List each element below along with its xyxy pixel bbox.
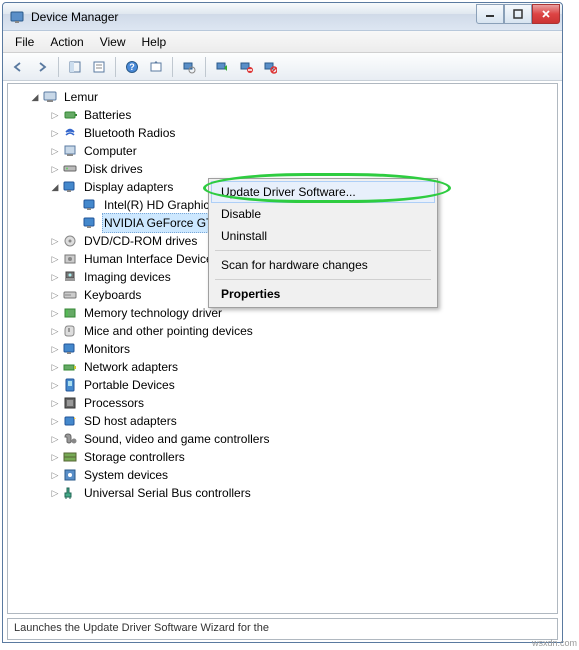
ctx-properties[interactable]: Properties xyxy=(211,283,435,305)
category-icon xyxy=(62,395,78,411)
context-menu: Update Driver Software... Disable Uninst… xyxy=(208,178,438,308)
category-icon xyxy=(62,269,78,285)
category-icon xyxy=(62,143,78,159)
svg-text:?: ? xyxy=(129,62,135,72)
tree-category[interactable]: Storage controllers xyxy=(12,448,557,466)
app-icon xyxy=(9,9,25,25)
category-icon xyxy=(62,287,78,303)
update-driver-button[interactable] xyxy=(211,56,233,78)
device-manager-window: Device Manager File Action View Help ? xyxy=(2,2,563,643)
category-icon xyxy=(62,341,78,357)
tree-view[interactable]: Lemur BatteriesBluetooth RadiosComputerD… xyxy=(7,83,558,614)
menu-help[interactable]: Help xyxy=(134,33,175,51)
category-icon xyxy=(62,305,78,321)
titlebar[interactable]: Device Manager xyxy=(3,3,562,31)
menu-view[interactable]: View xyxy=(92,33,134,51)
back-button[interactable] xyxy=(7,56,29,78)
tree-category[interactable]: Processors xyxy=(12,394,557,412)
tree-category[interactable]: Batteries xyxy=(12,106,557,124)
menu-action[interactable]: Action xyxy=(42,33,91,51)
category-icon xyxy=(62,413,78,429)
tree-category[interactable]: Bluetooth Radios xyxy=(12,124,557,142)
menu-file[interactable]: File xyxy=(7,33,42,51)
tree-category[interactable]: Sound, video and game controllers xyxy=(12,430,557,448)
tree-category[interactable]: Universal Serial Bus controllers xyxy=(12,484,557,502)
ctx-uninstall[interactable]: Uninstall xyxy=(211,225,435,247)
tree-category[interactable]: SD host adapters xyxy=(12,412,557,430)
category-icon xyxy=(62,431,78,447)
ctx-disable[interactable]: Disable xyxy=(211,203,435,225)
category-icon xyxy=(62,377,78,393)
uninstall-button[interactable] xyxy=(235,56,257,78)
forward-button[interactable] xyxy=(31,56,53,78)
scan-hardware-button[interactable] xyxy=(178,56,200,78)
ctx-scan[interactable]: Scan for hardware changes xyxy=(211,254,435,276)
device-icon xyxy=(82,215,98,231)
action-button[interactable] xyxy=(145,56,167,78)
computer-icon xyxy=(42,89,58,105)
show-hide-tree-button[interactable] xyxy=(64,56,86,78)
minimize-button[interactable] xyxy=(476,4,504,24)
ctx-update-driver[interactable]: Update Driver Software... xyxy=(211,181,435,203)
category-icon xyxy=(62,485,78,501)
tree-category[interactable]: Portable Devices xyxy=(12,376,557,394)
category-icon xyxy=(62,251,78,267)
tree-category[interactable]: Network adapters xyxy=(12,358,557,376)
tree-category[interactable]: Mice and other pointing devices xyxy=(12,322,557,340)
help-button[interactable]: ? xyxy=(121,56,143,78)
device-icon xyxy=(82,197,98,213)
maximize-button[interactable] xyxy=(504,4,532,24)
properties-button[interactable] xyxy=(88,56,110,78)
category-icon xyxy=(62,125,78,141)
tree-category[interactable]: System devices xyxy=(12,466,557,484)
category-icon xyxy=(62,107,78,123)
tree-category[interactable]: Monitors xyxy=(12,340,557,358)
toolbar: ? xyxy=(3,53,562,81)
category-icon xyxy=(62,467,78,483)
close-button[interactable] xyxy=(532,4,560,24)
category-icon xyxy=(62,233,78,249)
tree-category[interactable]: Computer xyxy=(12,142,557,160)
category-icon xyxy=(62,359,78,375)
menubar: File Action View Help xyxy=(3,31,562,53)
tree-root[interactable]: Lemur xyxy=(12,88,557,106)
tree-category[interactable]: Disk drives xyxy=(12,160,557,178)
disable-button[interactable] xyxy=(259,56,281,78)
category-icon xyxy=(62,449,78,465)
credit: wsxdn.com xyxy=(532,638,577,648)
window-title: Device Manager xyxy=(31,10,476,24)
statusbar: Launches the Update Driver Software Wiza… xyxy=(7,618,558,640)
category-icon xyxy=(62,323,78,339)
category-icon xyxy=(62,161,78,177)
category-icon xyxy=(62,179,78,195)
